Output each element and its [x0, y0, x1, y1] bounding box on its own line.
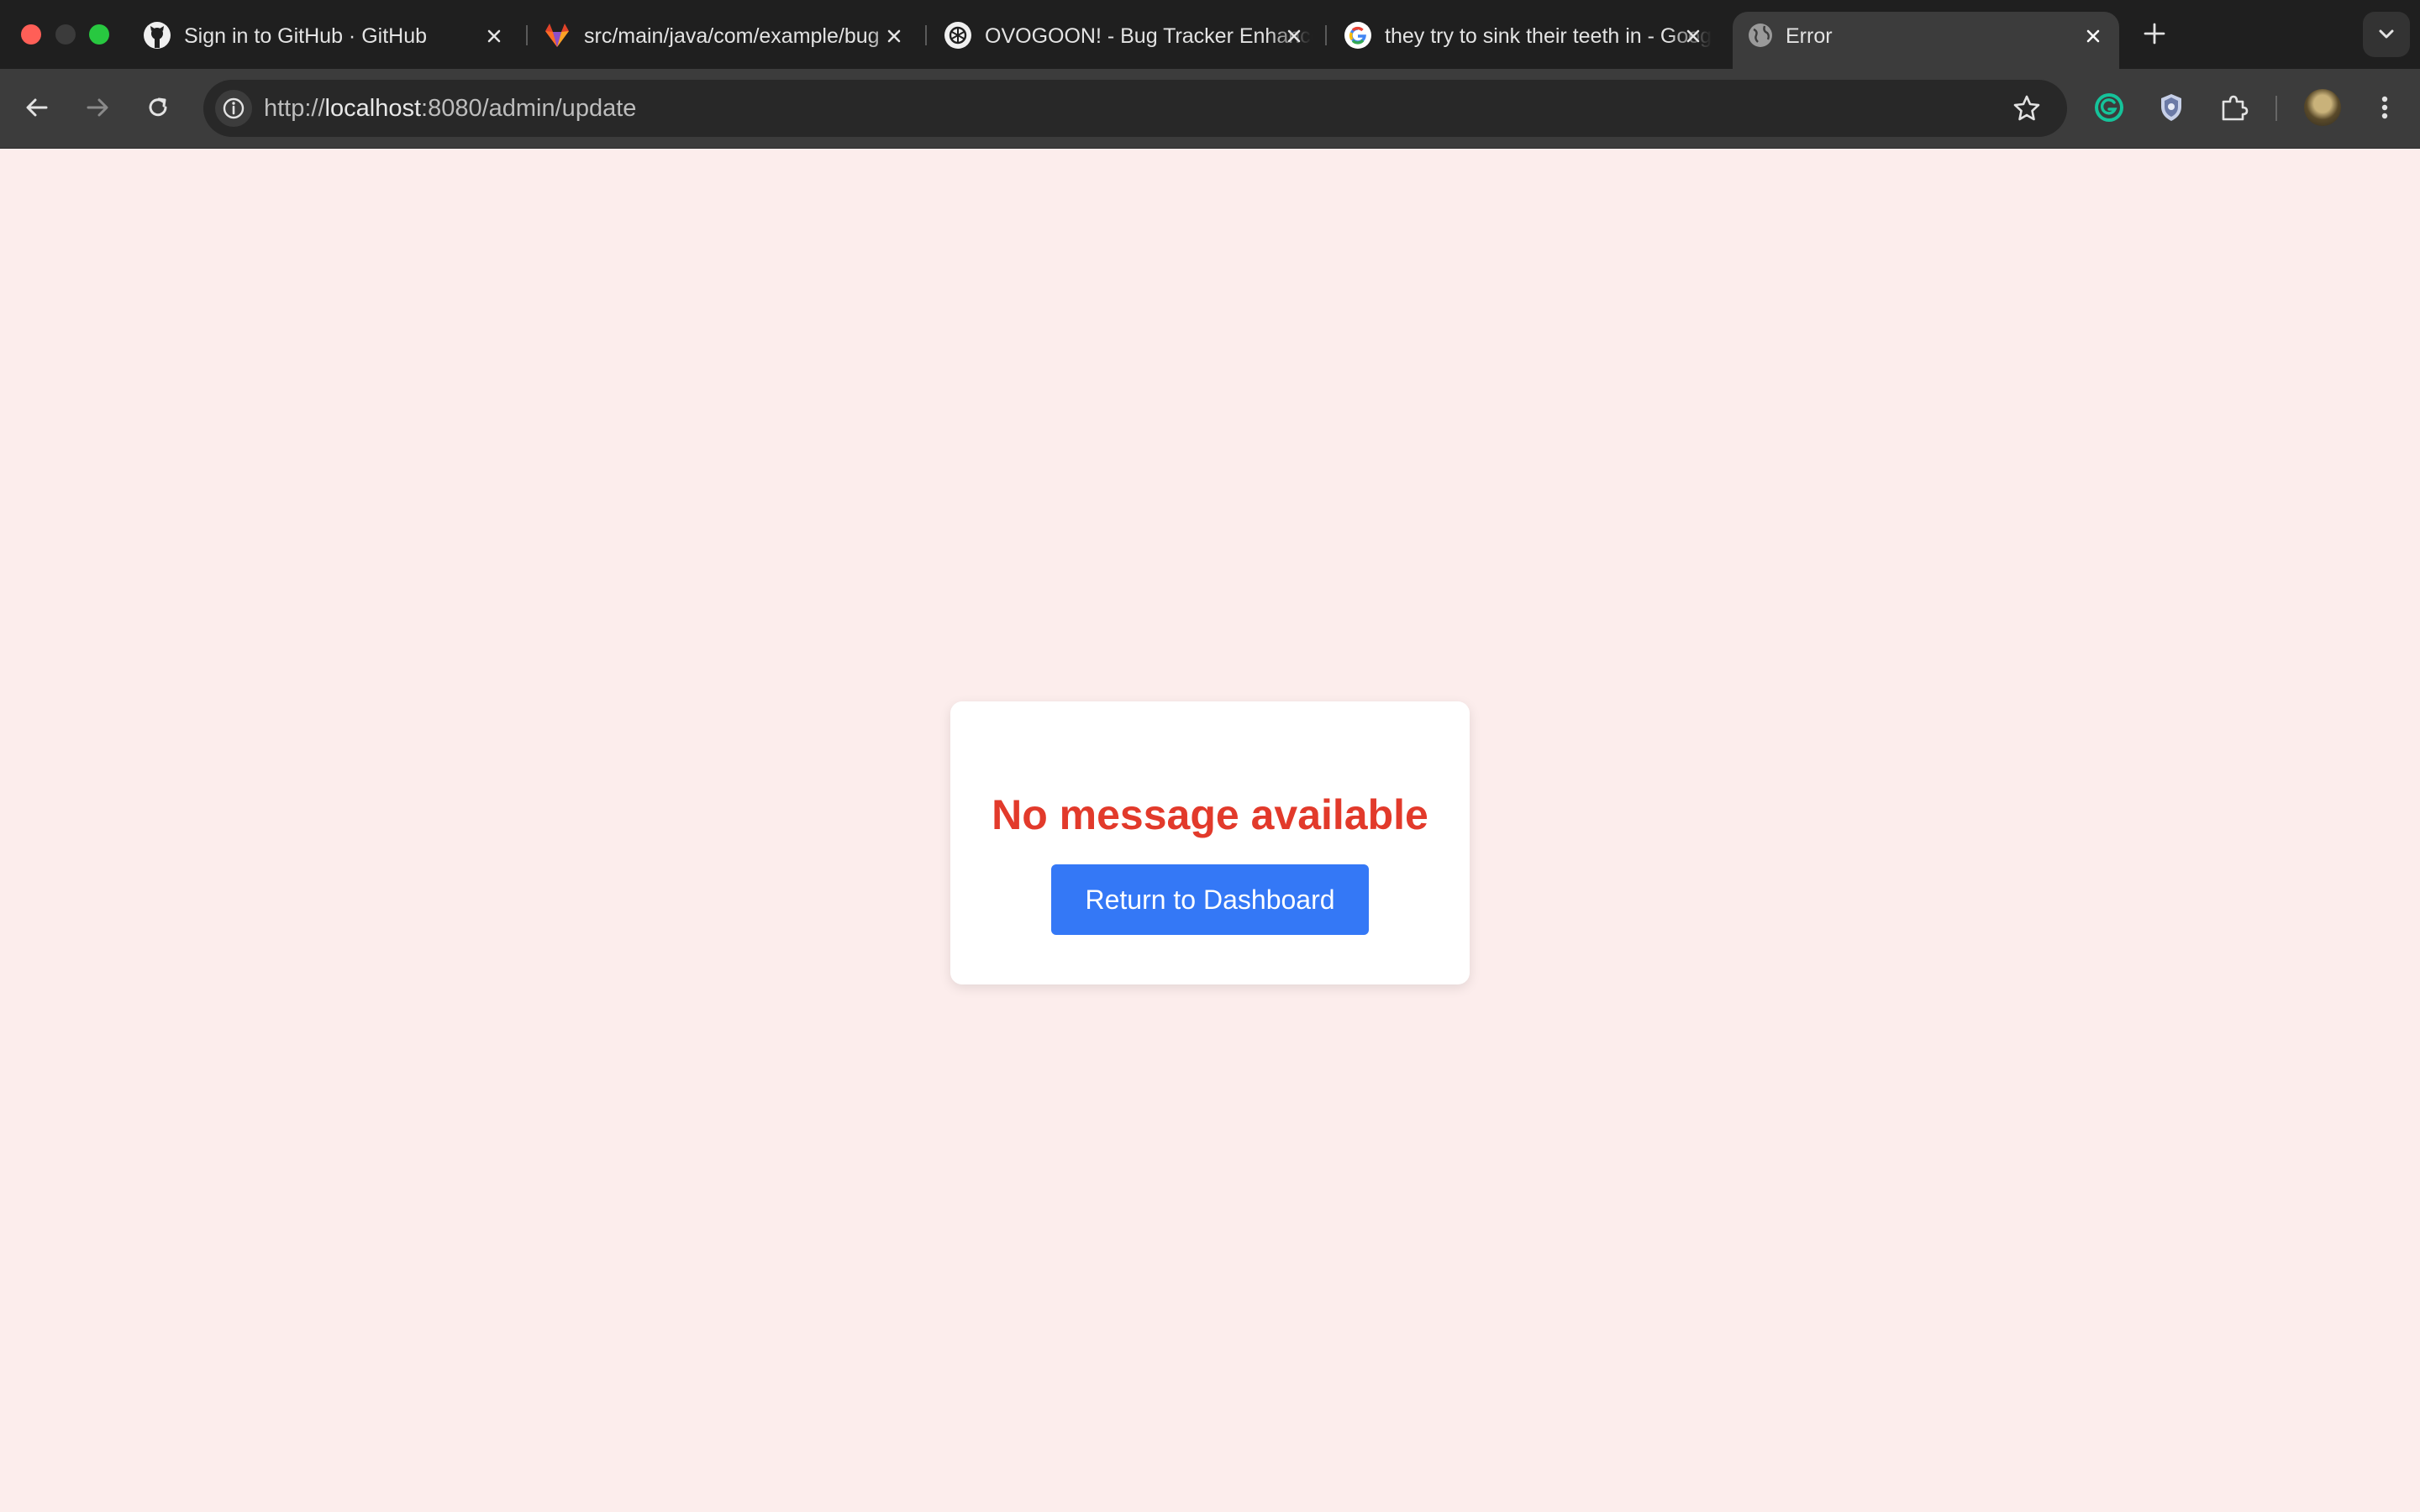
window-minimize-button[interactable]: [55, 24, 76, 45]
tab-search-button[interactable]: [2363, 12, 2410, 57]
tab-google-search[interactable]: they try to sink their teeth in - Google: [1344, 12, 1717, 69]
forward-button[interactable]: [81, 91, 114, 124]
close-icon[interactable]: [2081, 24, 2106, 49]
gitlab-icon: [545, 24, 569, 47]
tab-title: Sign in to GitHub · GitHub: [184, 24, 428, 48]
tab-title: src/main/java/com/example/bug: [584, 24, 880, 48]
error-card: No message available Return to Dashboard: [950, 701, 1470, 984]
tab-title: OVOGOON! - Bug Tracker Enhancement: [985, 24, 1313, 48]
tab-error[interactable]: Error: [1733, 12, 2119, 69]
close-icon[interactable]: [1681, 24, 1706, 49]
tab-gitlab[interactable]: src/main/java/com/example/bug: [543, 12, 913, 69]
tab-separator: [925, 25, 927, 45]
chevron-down-icon: [2379, 29, 2394, 39]
shield-icon[interactable]: [2153, 89, 2190, 126]
globe-icon: [1749, 24, 1772, 47]
more-menu-icon[interactable]: [2366, 89, 2403, 126]
tab-title: Error: [1786, 24, 1833, 48]
profile-avatar[interactable]: [2304, 89, 2341, 126]
tab-github[interactable]: Sign in to GitHub · GitHub: [143, 12, 514, 69]
tab-bug-tracker[interactable]: OVOGOON! - Bug Tracker Enhancement: [944, 12, 1315, 69]
close-icon[interactable]: [1281, 24, 1307, 49]
reload-button[interactable]: [141, 91, 175, 124]
tab-separator: [1325, 25, 1327, 45]
site-info-button[interactable]: [215, 90, 252, 127]
tab-separator: [526, 25, 528, 45]
new-tab-button[interactable]: [2139, 18, 2170, 49]
tab-title: they try to sink their teeth in - Google: [1385, 24, 1712, 48]
github-icon: [144, 22, 171, 49]
error-message: No message available: [992, 791, 1428, 838]
window-maximize-button[interactable]: [89, 24, 109, 45]
address-bar[interactable]: http://localhost:8080/admin/update: [203, 80, 2067, 137]
toolbar-divider: [2275, 96, 2277, 121]
url-text[interactable]: http://localhost:8080/admin/update: [264, 94, 636, 123]
url-host: localhost: [324, 95, 422, 122]
return-to-dashboard-button[interactable]: Return to Dashboard: [1051, 864, 1369, 935]
browser-window: Sign in to GitHub · GitHub src/main/java…: [0, 0, 2420, 1512]
openai-icon: [944, 22, 971, 49]
extensions-puzzle-icon[interactable]: [2215, 89, 2252, 126]
toolbar: http://localhost:8080/admin/update: [0, 69, 2420, 149]
close-icon[interactable]: [881, 24, 907, 49]
info-icon: [223, 97, 245, 119]
url-scheme: http://: [264, 95, 325, 122]
bookmark-star-icon[interactable]: [2010, 92, 2044, 125]
grammarly-icon[interactable]: [2091, 89, 2128, 126]
tab-strip: Sign in to GitHub · GitHub src/main/java…: [0, 0, 2420, 69]
close-icon[interactable]: [481, 24, 507, 49]
window-close-button[interactable]: [21, 24, 41, 45]
back-button[interactable]: [20, 91, 54, 124]
google-icon: [1344, 22, 1371, 49]
url-path: :8080/admin/update: [421, 95, 637, 122]
